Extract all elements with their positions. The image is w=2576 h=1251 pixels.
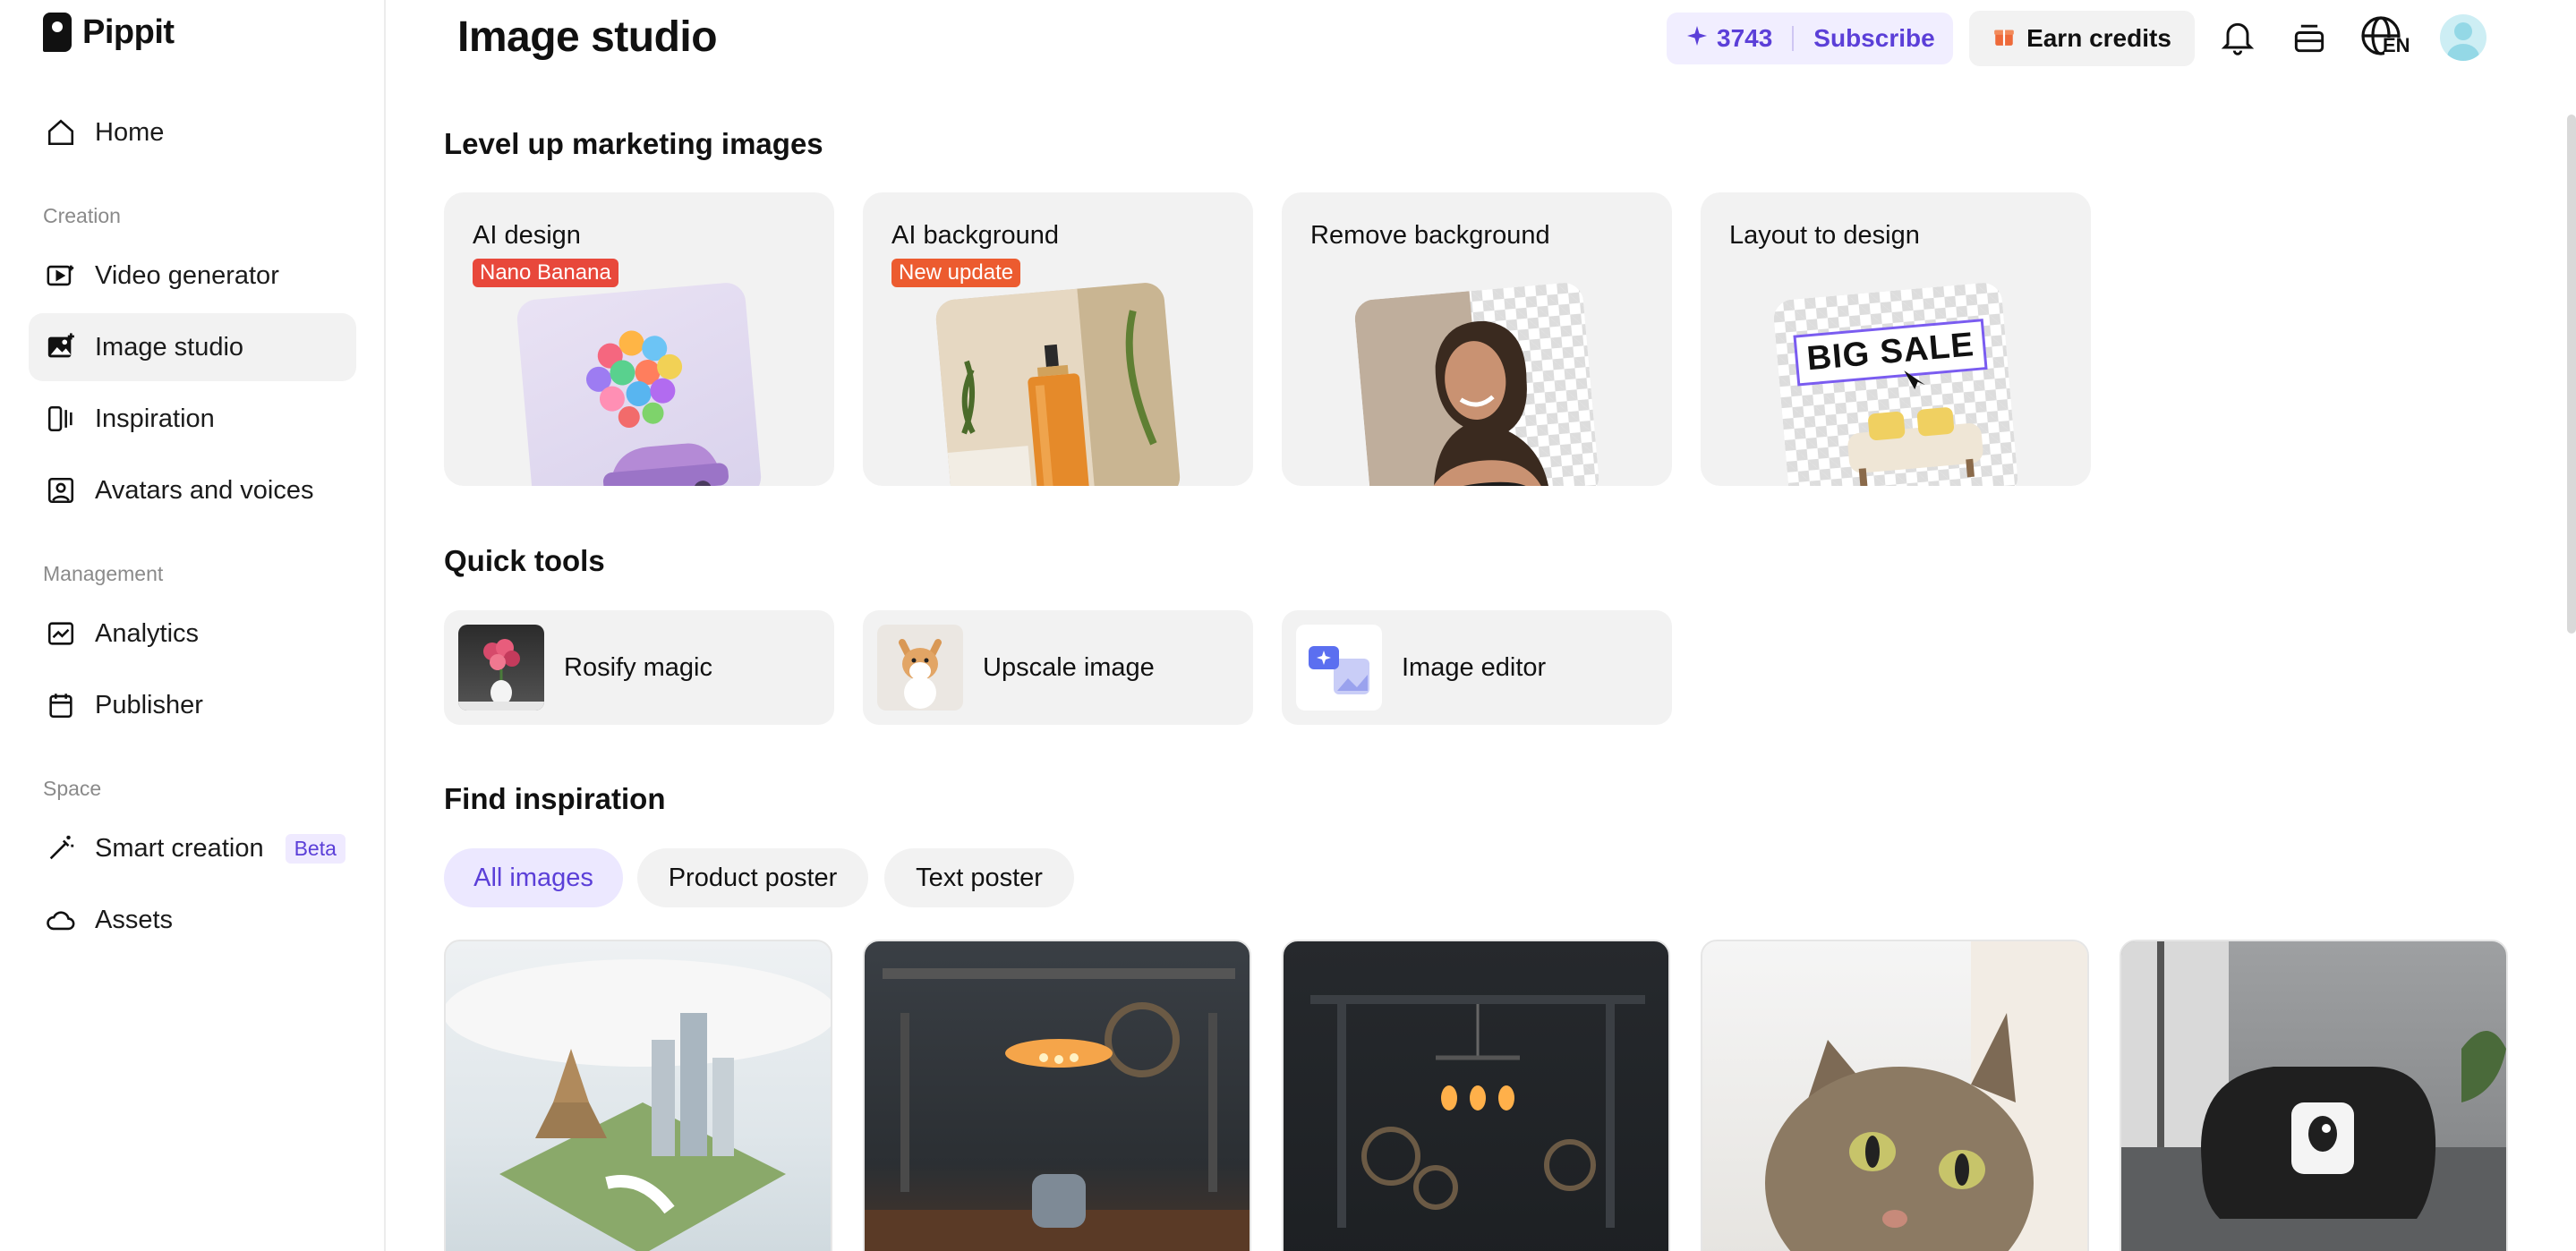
sidebar-item-label: Assets: [95, 905, 174, 934]
gift-icon: [1992, 24, 2016, 54]
tool-label: Rosify magic: [564, 652, 712, 682]
logo[interactable]: Pippit: [43, 13, 175, 52]
sidebar-item-label: Smart creation: [95, 833, 264, 863]
sidebar-item-analytics[interactable]: Analytics: [29, 600, 356, 668]
ai-background-thumbnail: [934, 281, 1181, 486]
find-inspiration-title: Find inspiration: [444, 782, 666, 815]
sidebar-item-assets[interactable]: Assets: [29, 886, 356, 954]
credits-pill[interactable]: 3743 Subscribe: [1667, 13, 1953, 64]
subscribe-button[interactable]: Subscribe: [1813, 24, 1934, 53]
sidebar-item-home[interactable]: Home: [29, 98, 356, 166]
language-globe-icon[interactable]: EN: [2359, 14, 2413, 61]
ai-design-thumbnail: [516, 281, 763, 486]
ai-background-card[interactable]: AI background New update: [863, 192, 1253, 486]
bell-icon[interactable]: [2214, 14, 2261, 61]
card-title: Remove background: [1310, 221, 1550, 250]
sidebar-item-label: Inspiration: [95, 404, 215, 433]
inspiration-image-steampunk-lamp[interactable]: [1282, 940, 1670, 1251]
avatar-icon: [45, 474, 77, 506]
tool-label: Upscale image: [983, 652, 1155, 682]
cloud-icon: [45, 904, 77, 936]
quick-tools-title: Quick tools: [444, 544, 605, 577]
card-title: AI design: [473, 221, 581, 250]
card-title: Layout to design: [1729, 221, 1920, 250]
sidebar-item-label: Publisher: [95, 690, 203, 719]
sidebar-item-label: Avatars and voices: [95, 475, 314, 505]
earn-credits-button[interactable]: Earn credits: [1969, 11, 2195, 66]
remove-background-thumbnail: [1353, 281, 1600, 486]
inspiration-image-earbuds[interactable]: [863, 940, 1251, 1251]
new-update-badge: New update: [891, 259, 1021, 287]
card-title: AI background: [891, 221, 1060, 250]
tool-label: Image editor: [1402, 652, 1547, 682]
beta-badge: Beta: [285, 833, 345, 864]
pippit-logo-icon: [43, 13, 72, 52]
page-scrollbar[interactable]: [2567, 115, 2576, 634]
image-icon: [45, 331, 77, 363]
filter-all-images[interactable]: All images: [444, 848, 623, 907]
earn-credits-label: Earn credits: [2026, 24, 2171, 52]
rosify-thumbnail: [458, 625, 544, 711]
sidebar: Pippit Home Creation Video generator Ima…: [0, 0, 386, 1251]
inspiration-image-pillow[interactable]: [2120, 940, 2508, 1251]
layout-to-design-card[interactable]: Layout to design BIG SALE: [1701, 192, 2091, 486]
sidebar-item-label: Image studio: [95, 332, 244, 362]
language-code: EN: [2383, 34, 2410, 56]
filter-product-poster[interactable]: Product poster: [637, 848, 868, 907]
divider: [1792, 26, 1795, 51]
sidebar-item-image-studio[interactable]: Image studio: [29, 313, 356, 381]
marketing-section-title: Level up marketing images: [444, 127, 823, 160]
sidebar-item-label: Video generator: [95, 260, 279, 290]
sparkle-icon: [1686, 24, 1708, 53]
ai-design-card[interactable]: AI design Nano Banana: [444, 192, 834, 486]
filter-text-poster[interactable]: Text poster: [884, 848, 1074, 907]
sidebar-item-label: Home: [95, 117, 165, 147]
rosify-magic-tool[interactable]: Rosify magic: [444, 610, 834, 725]
inspiration-icon: [45, 403, 77, 435]
image-editor-thumbnail: [1296, 625, 1382, 711]
remove-background-card[interactable]: Remove background: [1282, 192, 1672, 486]
sidebar-item-publisher[interactable]: Publisher: [29, 671, 356, 739]
magic-wand-icon: [45, 832, 77, 864]
home-icon: [45, 116, 77, 149]
nano-banana-badge: Nano Banana: [473, 259, 618, 287]
sidebar-item-smart-creation[interactable]: Smart creation Beta: [29, 814, 356, 882]
calendar-icon: [45, 689, 77, 721]
sidebar-item-video-generator[interactable]: Video generator: [29, 242, 356, 310]
image-editor-tool[interactable]: Image editor: [1282, 610, 1672, 725]
sidebar-section-management: Management: [43, 562, 164, 585]
upscale-thumbnail: [877, 625, 963, 711]
inspiration-image-floating-city[interactable]: [444, 940, 832, 1251]
brand-name: Pippit: [82, 13, 175, 51]
inbox-icon[interactable]: [2286, 14, 2333, 61]
analytics-icon: [45, 617, 77, 650]
inspiration-image-cat[interactable]: [1701, 940, 2089, 1251]
sidebar-item-label: Analytics: [95, 618, 200, 648]
sidebar-item-avatars[interactable]: Avatars and voices: [29, 456, 356, 524]
user-avatar[interactable]: [2440, 14, 2486, 61]
sidebar-section-space: Space: [43, 777, 102, 800]
layout-to-design-thumbnail: BIG SALE: [1772, 281, 2019, 486]
upscale-image-tool[interactable]: Upscale image: [863, 610, 1253, 725]
page-title: Image studio: [457, 13, 718, 61]
video-icon: [45, 260, 77, 292]
credits-count: 3743: [1717, 24, 1773, 52]
sidebar-item-inspiration[interactable]: Inspiration: [29, 385, 356, 453]
sidebar-section-creation: Creation: [43, 204, 121, 227]
